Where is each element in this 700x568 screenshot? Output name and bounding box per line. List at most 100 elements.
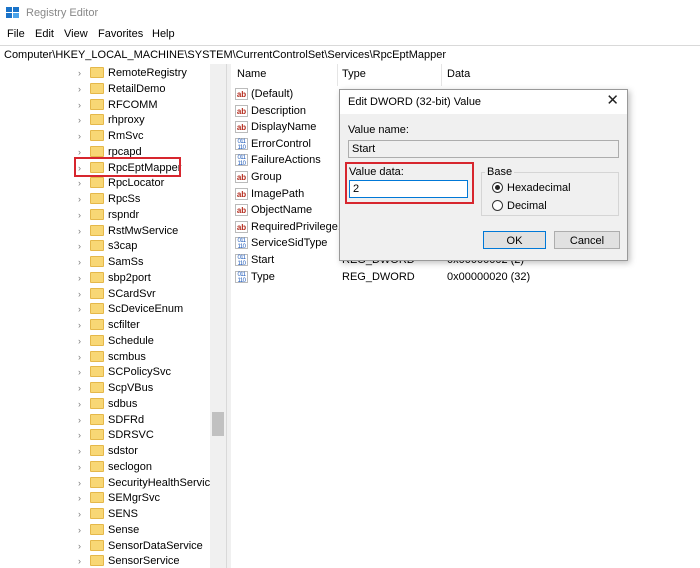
column-type[interactable]: Type: [342, 68, 366, 80]
folder-icon: [90, 256, 104, 267]
base-group: [481, 172, 619, 216]
chevron-right-icon[interactable]: ›: [78, 525, 88, 535]
tree-item-label: s3cap: [108, 240, 138, 253]
tree-item[interactable]: › sdstor: [0, 443, 210, 459]
decimal-label[interactable]: Decimal: [507, 200, 547, 212]
column-name[interactable]: Name: [237, 68, 266, 80]
chevron-right-icon[interactable]: ›: [78, 478, 88, 488]
tree-item[interactable]: › RstMwService: [0, 223, 210, 239]
value-row[interactable]: 011 110 Type REG_DWORD 0x00000020 (32): [231, 269, 700, 285]
chevron-right-icon[interactable]: ›: [78, 367, 88, 377]
string-icon: ab: [235, 121, 248, 134]
chevron-right-icon[interactable]: ›: [78, 556, 88, 566]
tree-item[interactable]: › s3cap: [0, 238, 210, 254]
string-icon: ab: [235, 204, 248, 217]
folder-icon: [90, 523, 104, 535]
ok-button[interactable]: OK: [483, 231, 546, 249]
tree-item-label: RemoteRegistry: [108, 67, 187, 79]
value-row-name: ImagePath: [251, 187, 305, 200]
tree-item[interactable]: › RemoteRegistry: [0, 65, 210, 81]
folder-icon: [90, 67, 104, 78]
binary-icon: 011 110: [235, 270, 248, 284]
chevron-right-icon[interactable]: ›: [78, 84, 88, 94]
chevron-right-icon[interactable]: ›: [78, 100, 88, 110]
tree-item[interactable]: › SDRSVC: [0, 427, 210, 443]
column-data[interactable]: Data: [447, 68, 470, 80]
tree-item[interactable]: › Sense: [0, 522, 210, 538]
tree-item[interactable]: › scmbus: [0, 349, 210, 365]
chevron-right-icon[interactable]: ›: [78, 289, 88, 299]
tree-item[interactable]: › RpcSs: [0, 191, 210, 207]
chevron-right-icon[interactable]: ›: [78, 68, 88, 78]
menu-help[interactable]: Help: [152, 28, 175, 40]
column-separator[interactable]: [441, 64, 442, 86]
tree-item[interactable]: › SensorService: [0, 553, 210, 568]
chevron-right-icon[interactable]: ›: [78, 241, 88, 251]
chevron-right-icon[interactable]: ›: [78, 147, 88, 157]
decimal-radio[interactable]: [492, 200, 503, 211]
value-row-name: DisplayName: [251, 121, 317, 134]
menu-view[interactable]: View: [64, 28, 88, 40]
chevron-right-icon[interactable]: ›: [78, 257, 88, 267]
tree-item[interactable]: › rspndr: [0, 207, 210, 223]
tree-item[interactable]: › sdbus: [0, 396, 210, 412]
tree-item-label: SDRSVC: [108, 429, 154, 442]
tree-item[interactable]: › SCardSvr: [0, 286, 210, 302]
chevron-right-icon[interactable]: ›: [78, 415, 88, 425]
chevron-right-icon[interactable]: ›: [78, 304, 88, 314]
tree-item[interactable]: › SamSs: [0, 254, 210, 270]
string-icon: ab: [235, 88, 248, 100]
tree-item[interactable]: › RetailDemo: [0, 81, 210, 97]
hexadecimal-label[interactable]: Hexadecimal: [507, 182, 571, 194]
string-icon: ab: [235, 187, 248, 200]
tree-item[interactable]: › RFCOMM: [0, 97, 210, 113]
chevron-right-icon[interactable]: ›: [78, 336, 88, 346]
tree-item[interactable]: › sbp2port: [0, 270, 210, 286]
tree-item[interactable]: › seclogon: [0, 459, 210, 475]
tree-item[interactable]: › RmSvc: [0, 128, 210, 144]
tree-item[interactable]: › SDFRd: [0, 412, 210, 428]
chevron-right-icon[interactable]: ›: [78, 178, 88, 188]
chevron-right-icon[interactable]: ›: [78, 226, 88, 236]
chevron-right-icon[interactable]: ›: [78, 399, 88, 409]
close-icon[interactable]: ✕: [606, 93, 619, 109]
tree-item[interactable]: › SENS: [0, 506, 210, 522]
tree-item[interactable]: › ScDeviceEnum: [0, 301, 210, 317]
tree-item[interactable]: › SEMgrSvc: [0, 490, 210, 506]
chevron-right-icon[interactable]: ›: [78, 383, 88, 393]
tree-item[interactable]: › ScpVBus: [0, 380, 210, 396]
menu-edit[interactable]: Edit: [35, 28, 54, 40]
folder-icon: [90, 145, 104, 157]
chevron-right-icon[interactable]: ›: [78, 352, 88, 362]
chevron-right-icon[interactable]: ›: [78, 430, 88, 440]
tree-item[interactable]: › SecurityHealthService: [0, 475, 216, 491]
tree-item[interactable]: › rhproxy: [0, 112, 210, 128]
tree-item[interactable]: › SensorDataService: [0, 538, 210, 554]
chevron-right-icon[interactable]: ›: [78, 320, 88, 330]
folder-icon: [90, 555, 104, 567]
tree-item[interactable]: › RpcLocator: [0, 175, 210, 191]
column-separator[interactable]: [337, 64, 338, 86]
folder-icon: [90, 82, 104, 94]
tree-item[interactable]: › SCPolicySvc: [0, 364, 210, 380]
chevron-right-icon[interactable]: ›: [78, 210, 88, 220]
chevron-right-icon[interactable]: ›: [78, 462, 88, 472]
chevron-right-icon[interactable]: ›: [78, 493, 88, 503]
tree-item[interactable]: › scfilter: [0, 317, 210, 333]
menu-favorites[interactable]: Favorites: [98, 28, 143, 40]
value-data-input[interactable]: [349, 180, 468, 198]
tree-scrollbar-thumb[interactable]: [212, 412, 224, 436]
chevron-right-icon[interactable]: ›: [78, 446, 88, 456]
chevron-right-icon[interactable]: ›: [78, 115, 88, 125]
menu-file[interactable]: File: [7, 28, 25, 40]
chevron-right-icon[interactable]: ›: [78, 541, 88, 551]
hexadecimal-radio[interactable]: [492, 182, 503, 193]
tree-scrollbar[interactable]: [210, 64, 226, 568]
chevron-right-icon[interactable]: ›: [78, 509, 88, 519]
chevron-right-icon[interactable]: ›: [78, 131, 88, 141]
tree-item[interactable]: › Schedule: [0, 333, 210, 349]
chevron-right-icon[interactable]: ›: [78, 194, 88, 204]
chevron-right-icon[interactable]: ›: [78, 273, 88, 283]
cancel-button[interactable]: Cancel: [554, 231, 620, 249]
address-bar[interactable]: Computer\HKEY_LOCAL_MACHINE\SYSTEM\Curre…: [0, 45, 700, 65]
